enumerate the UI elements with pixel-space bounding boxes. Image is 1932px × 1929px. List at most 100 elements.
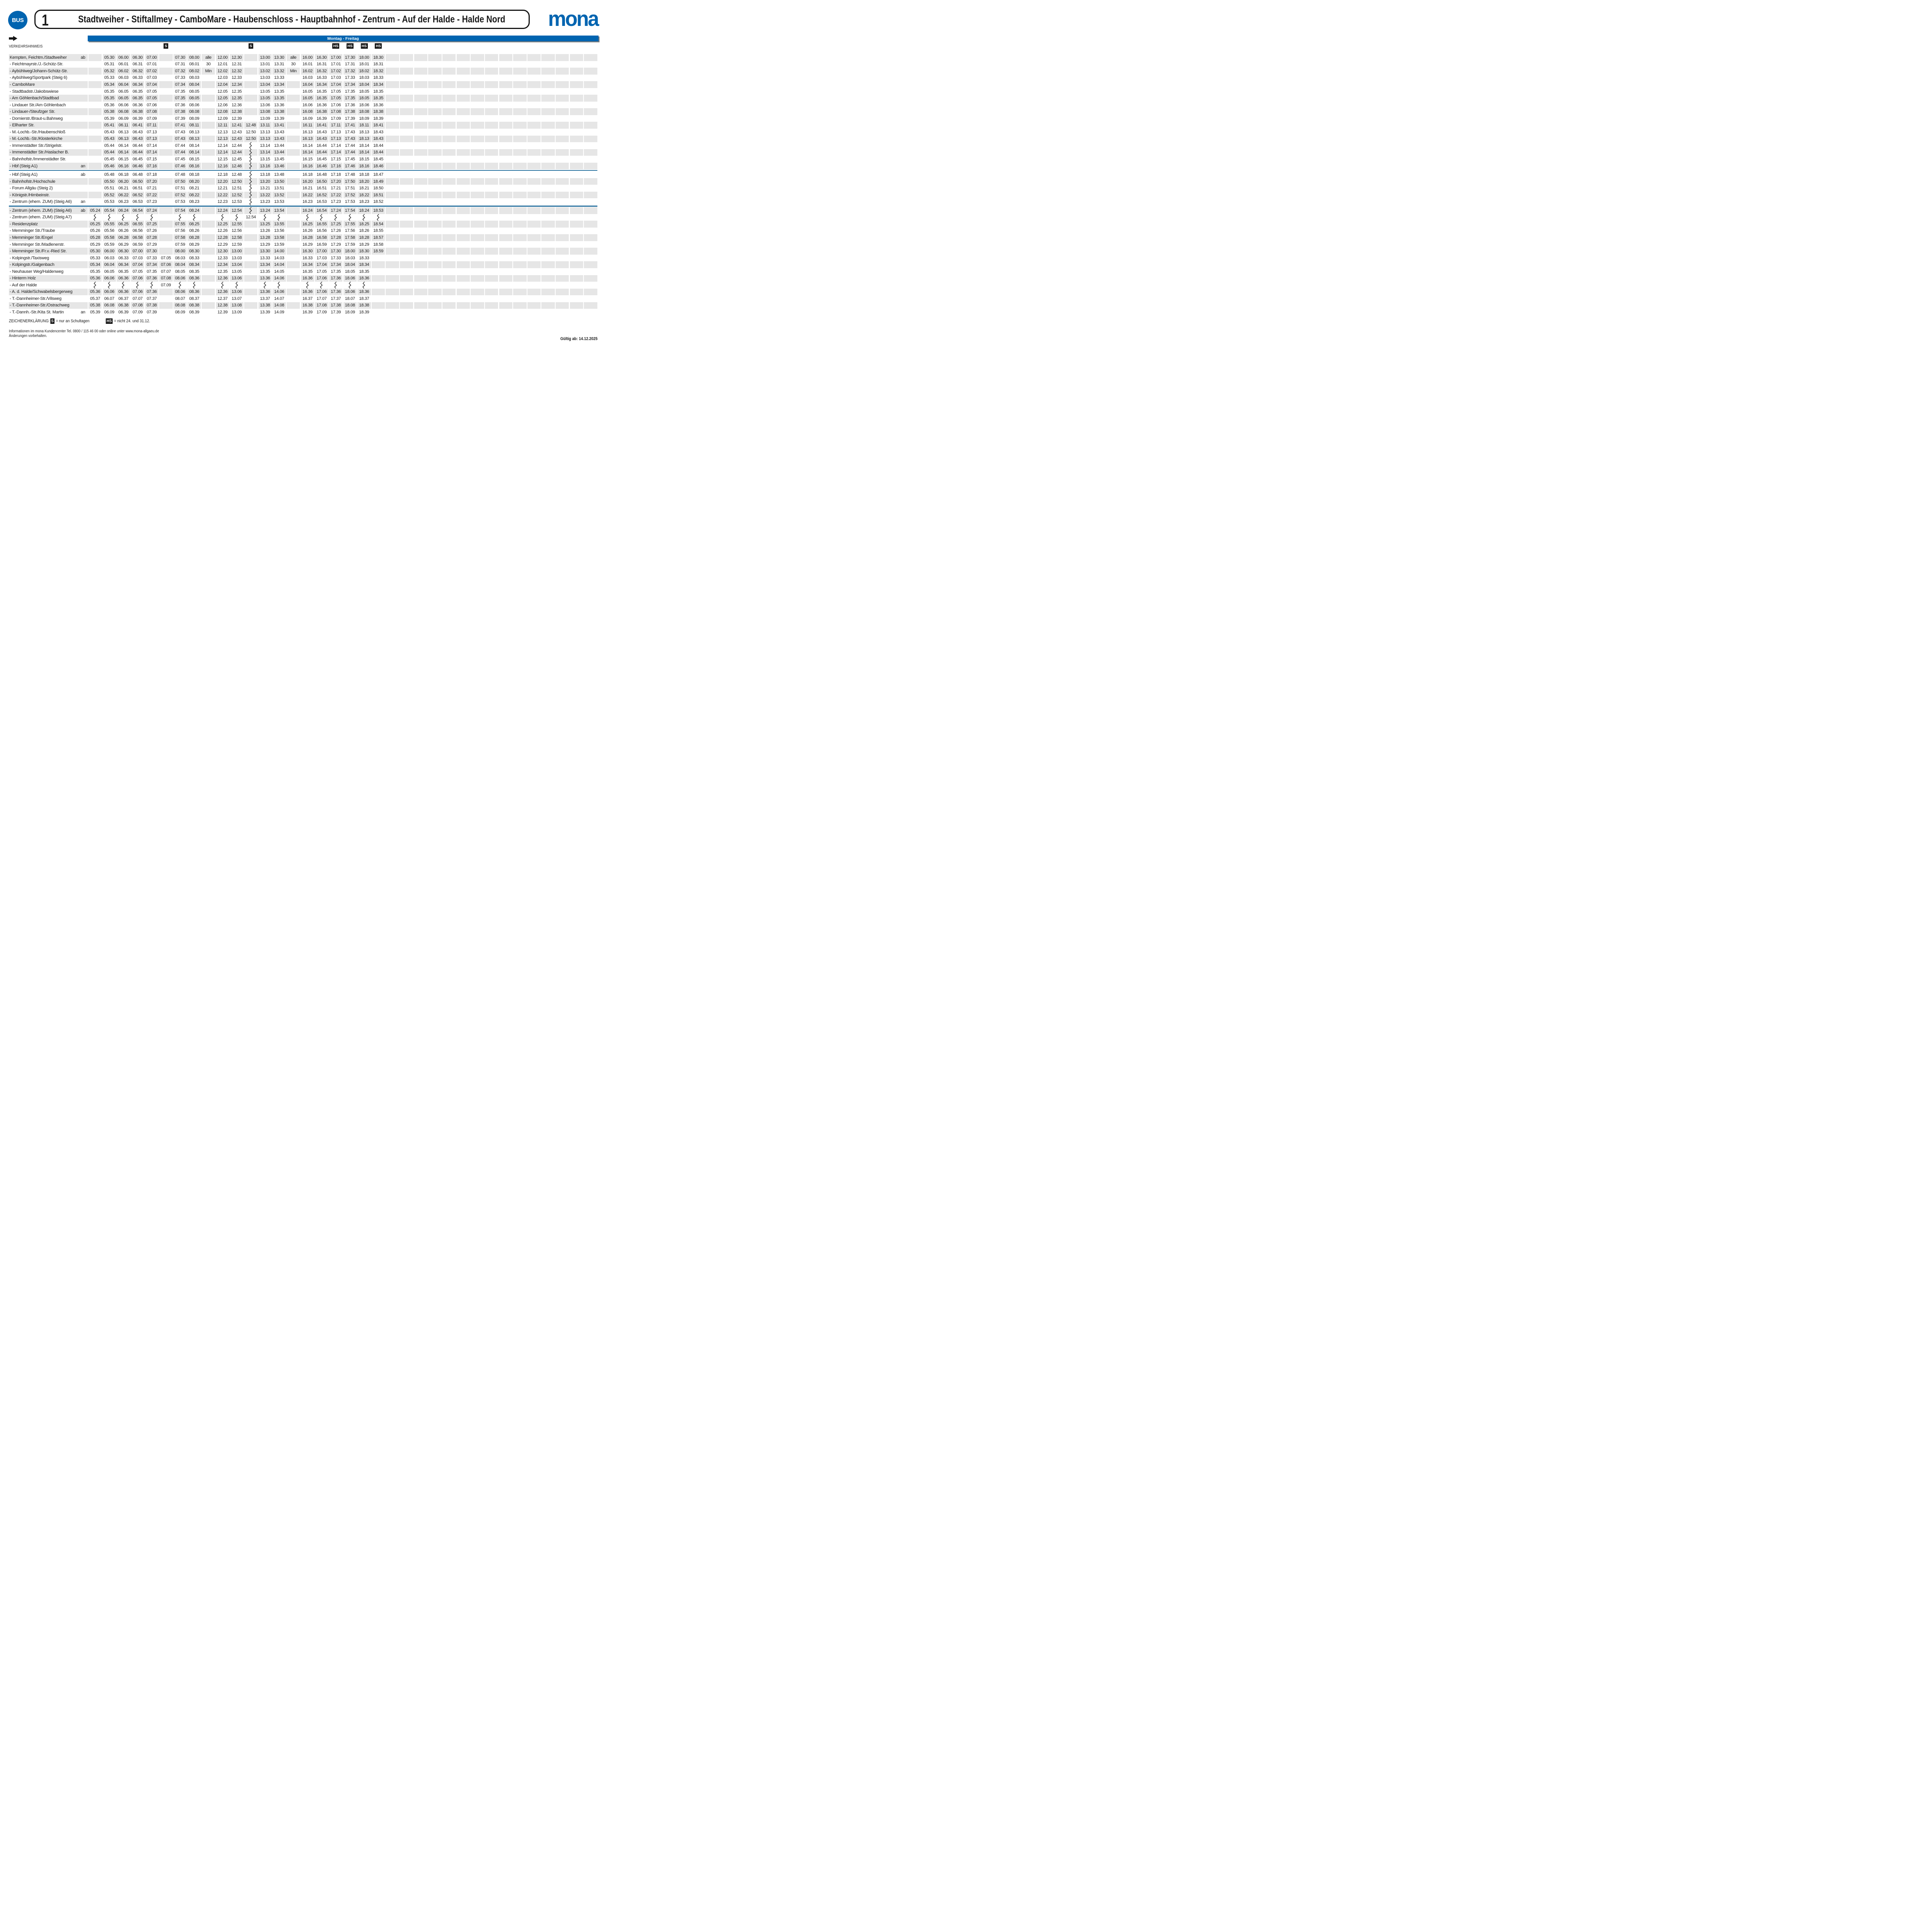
time-cell: 16.48 [315,171,328,178]
time-cell: 13.44 [272,142,286,149]
time-cell: 16.34 [301,261,314,268]
time-cell: 08.03 [173,255,187,262]
time-cell [570,309,583,316]
time-cell [386,149,399,156]
time-cell: Min [202,68,215,75]
time-cell: 06.22 [117,192,130,199]
time-cell [202,156,215,163]
time-cell [541,149,554,156]
time-cell [442,102,456,109]
time-cell: 07.33 [173,75,187,82]
time-cell [499,302,512,309]
time-cell [400,228,413,235]
time-cell [414,214,427,221]
time-cell: 17.33 [344,75,357,82]
time-cell [244,309,257,316]
time-cell: 08.08 [173,302,187,309]
time-cell [457,129,470,136]
time-cell: 18.45 [372,156,385,163]
time-cell: 12.18 [216,171,229,178]
time-cell [414,115,427,122]
time-cell: 05.52 [103,192,116,199]
time-cell [159,241,172,248]
time-cell: 07.15 [145,156,158,163]
time-cell: 07.03 [145,75,158,82]
time-cell: 16.09 [301,115,314,122]
stop-name: - Neuhauser Weg/Haldenweg [9,268,88,275]
time-cell: 06.04 [117,81,130,88]
time-cell [400,156,413,163]
stop-name: - Hbf (Steig A1)ab [9,171,88,178]
time-cell: 17.34 [329,261,342,268]
time-cell: 05.33 [103,75,116,82]
time-cell [485,149,498,156]
time-cell [428,185,441,192]
time-cell: 12.30 [216,248,229,255]
time-cell [541,255,554,262]
time-cell [244,234,257,241]
time-cell: 18.24 [357,207,371,214]
time-cell: 17.15 [329,156,342,163]
time-cell [428,61,441,68]
time-cell [471,282,484,289]
time-cell [386,115,399,122]
time-cell [400,178,413,185]
time-cell [287,171,300,178]
time-cell [527,108,541,115]
skip-squiggle-icon [248,171,253,178]
time-cell [386,75,399,82]
time-cell: 08.06 [173,275,187,282]
time-cell: 17.09 [315,309,328,316]
time-cell [471,261,484,268]
time-cell: 18.33 [372,75,385,82]
time-cell: 06.05 [117,88,130,95]
time-cell [527,156,541,163]
time-cell: 05.56 [103,228,116,235]
time-cell [527,309,541,316]
time-cell: 12.45 [230,156,243,163]
time-cell [442,255,456,262]
time-cell [556,68,569,75]
time-cell [457,282,470,289]
time-cell: 17.50 [344,178,357,185]
time-cell [414,302,427,309]
time-cell [457,61,470,68]
time-cell [556,81,569,88]
stop-name: - Zentrum (ehem. ZUM) (Steig A7) [9,214,88,221]
time-cell: 16.08 [301,108,314,115]
time-cell [527,75,541,82]
time-cell [527,102,541,109]
time-cell [442,309,456,316]
time-cell [202,295,215,302]
table-row: - CamboMare05.3406.0406.3407.0407.3408.0… [9,81,597,88]
time-cell: 07.14 [145,142,158,149]
time-cell [244,88,257,95]
time-cell: 18.32 [372,68,385,75]
time-cell: 17.43 [344,129,357,136]
time-cell: 12.59 [230,241,243,248]
time-cell: 17.13 [329,129,342,136]
time-cell [584,207,597,214]
time-cell [287,214,300,221]
time-cell [541,185,554,192]
time-cell: 18.20 [357,178,371,185]
time-cell: 16.54 [315,207,328,214]
time-cell [202,275,215,282]
time-cell [400,142,413,149]
time-cell [400,192,413,199]
time-cell: 06.25 [117,221,130,228]
direction-arrow-icon [9,36,17,43]
time-cell [471,136,484,143]
time-cell [173,282,187,289]
time-cell: 07.43 [173,129,187,136]
time-cell: 17.34 [344,81,357,88]
time-cell: 05.25 [88,221,102,228]
time-cell: 07.20 [145,178,158,185]
time-cell [386,207,399,214]
time-cell: 14.07 [272,295,286,302]
time-cell [541,261,554,268]
time-cell [428,122,441,129]
time-cell [541,61,554,68]
time-cell [442,192,456,199]
time-cell: 12.32 [230,68,243,75]
